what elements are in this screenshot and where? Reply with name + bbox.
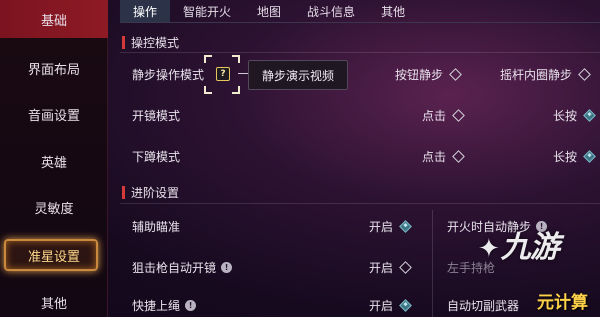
radio-diamond-checked-icon [583, 150, 596, 163]
sidebar-item-label: 音画设置 [27, 108, 80, 124]
tab-label: 操作 [133, 4, 158, 19]
section-title: 操控模式 [131, 35, 180, 50]
option-label: 开启 [369, 220, 394, 234]
sidebar-item-label: 基础 [40, 13, 67, 29]
tab-combat-info[interactable]: 战斗信息 [294, 0, 368, 22]
sidebar-item-label: 其他 [40, 296, 67, 312]
section-marker [122, 35, 125, 49]
sidebar-item-label: 准星设置 [27, 249, 80, 265]
option-label: 开启 [369, 261, 394, 275]
sidebar-item-basic[interactable]: 基础 [0, 0, 108, 38]
scope-tap-option[interactable]: 点击 [422, 107, 465, 124]
option-label: 长按 [553, 109, 578, 123]
sidebar: 基础 界面布局 音画设置 英雄 灵敏度 准星设置 其他 [0, 0, 108, 317]
tab-smart-fire[interactable]: 智能开火 [170, 0, 244, 22]
quiet-step-button-option[interactable]: 按钮静步 [395, 66, 462, 83]
sidebar-item-label: 灵敏度 [34, 201, 74, 217]
radio-diamond-icon [449, 68, 462, 81]
sidebar-item-sensitivity[interactable]: 灵敏度 [0, 188, 108, 226]
tab-other[interactable]: 其他 [368, 0, 418, 22]
aim-assist-toggle[interactable]: 开启 [369, 218, 412, 235]
aim-assist-label: 辅助瞄准 [132, 220, 181, 234]
option-label: 点击 [422, 150, 447, 164]
quick-rope-label: 快捷上绳 ! [132, 297, 197, 314]
radio-diamond-checked-icon [399, 299, 412, 312]
sidebar-item-label: 英雄 [40, 155, 67, 171]
tooltip-arrow [238, 73, 248, 74]
section-control-mode: 操控模式 [122, 34, 179, 50]
option-label: 按钮静步 [395, 68, 444, 82]
tab-label: 其他 [381, 4, 406, 19]
section-title: 进阶设置 [131, 185, 180, 200]
watermark-text: 元计算 [537, 293, 588, 313]
sidebar-item-crosshair[interactable]: 准星设置 [0, 236, 108, 274]
tab-map[interactable]: 地图 [244, 0, 294, 22]
option-label: 点击 [422, 109, 447, 123]
sidebar-item-other[interactable]: 其他 [0, 283, 108, 317]
sidebar-item-hero[interactable]: 英雄 [0, 142, 108, 180]
radio-diamond-checked-icon [583, 109, 596, 122]
crouch-tap-option[interactable]: 点击 [422, 148, 465, 165]
option-label: 摇杆内圈静步 [500, 68, 573, 82]
crouch-mode-label: 下蹲模式 [132, 150, 181, 164]
tab-label: 智能开火 [183, 4, 232, 19]
radio-diamond-icon [452, 150, 465, 163]
scope-mode-label: 开镜模式 [132, 109, 181, 123]
tab-label: 地图 [257, 4, 282, 19]
option-label: 长按 [553, 150, 578, 164]
quiet-step-joystick-option[interactable]: 摇杆内圈静步 [500, 66, 591, 83]
watermark: ✦九游 元计算 [470, 222, 590, 317]
scope-hold-option[interactable]: 长按 [553, 107, 596, 124]
tab-operation[interactable]: 操作 [120, 0, 171, 22]
sniper-auto-scope-toggle[interactable]: 开启 [369, 259, 412, 276]
section-divider [120, 203, 600, 204]
option-label: 开启 [369, 299, 394, 313]
sidebar-item-label: 界面布局 [27, 62, 80, 78]
crouch-hold-option[interactable]: 长按 [553, 148, 596, 165]
quick-rope-toggle[interactable]: 开启 [369, 297, 412, 314]
tab-divider [120, 22, 600, 23]
help-icon[interactable]: ? [216, 67, 230, 81]
sniper-auto-scope-label: 狙击枪自动开镜 ! [132, 259, 233, 276]
radio-diamond-icon [399, 261, 412, 274]
info-icon[interactable]: ! [221, 262, 233, 273]
radio-diamond-icon [578, 68, 591, 81]
section-divider [120, 52, 600, 53]
radio-diamond-checked-icon [399, 220, 412, 233]
tab-bar: 操作 智能开火 地图 战斗信息 其他 [120, 0, 600, 22]
sidebar-item-ui-layout[interactable]: 界面布局 [0, 49, 108, 87]
section-advanced: 进阶设置 [122, 184, 179, 200]
radio-diamond-icon [452, 109, 465, 122]
quiet-step-demo-tooltip[interactable]: 静步演示视频 [248, 60, 348, 90]
watermark-logo: ✦九游 [478, 230, 560, 265]
info-icon[interactable]: ! [185, 300, 197, 311]
quiet-step-mode-label: 静步操作模式 [132, 68, 205, 82]
tab-label: 战斗信息 [307, 4, 356, 19]
column-divider [432, 210, 433, 317]
sidebar-item-audio-video[interactable]: 音画设置 [0, 95, 108, 133]
section-marker [122, 185, 125, 199]
